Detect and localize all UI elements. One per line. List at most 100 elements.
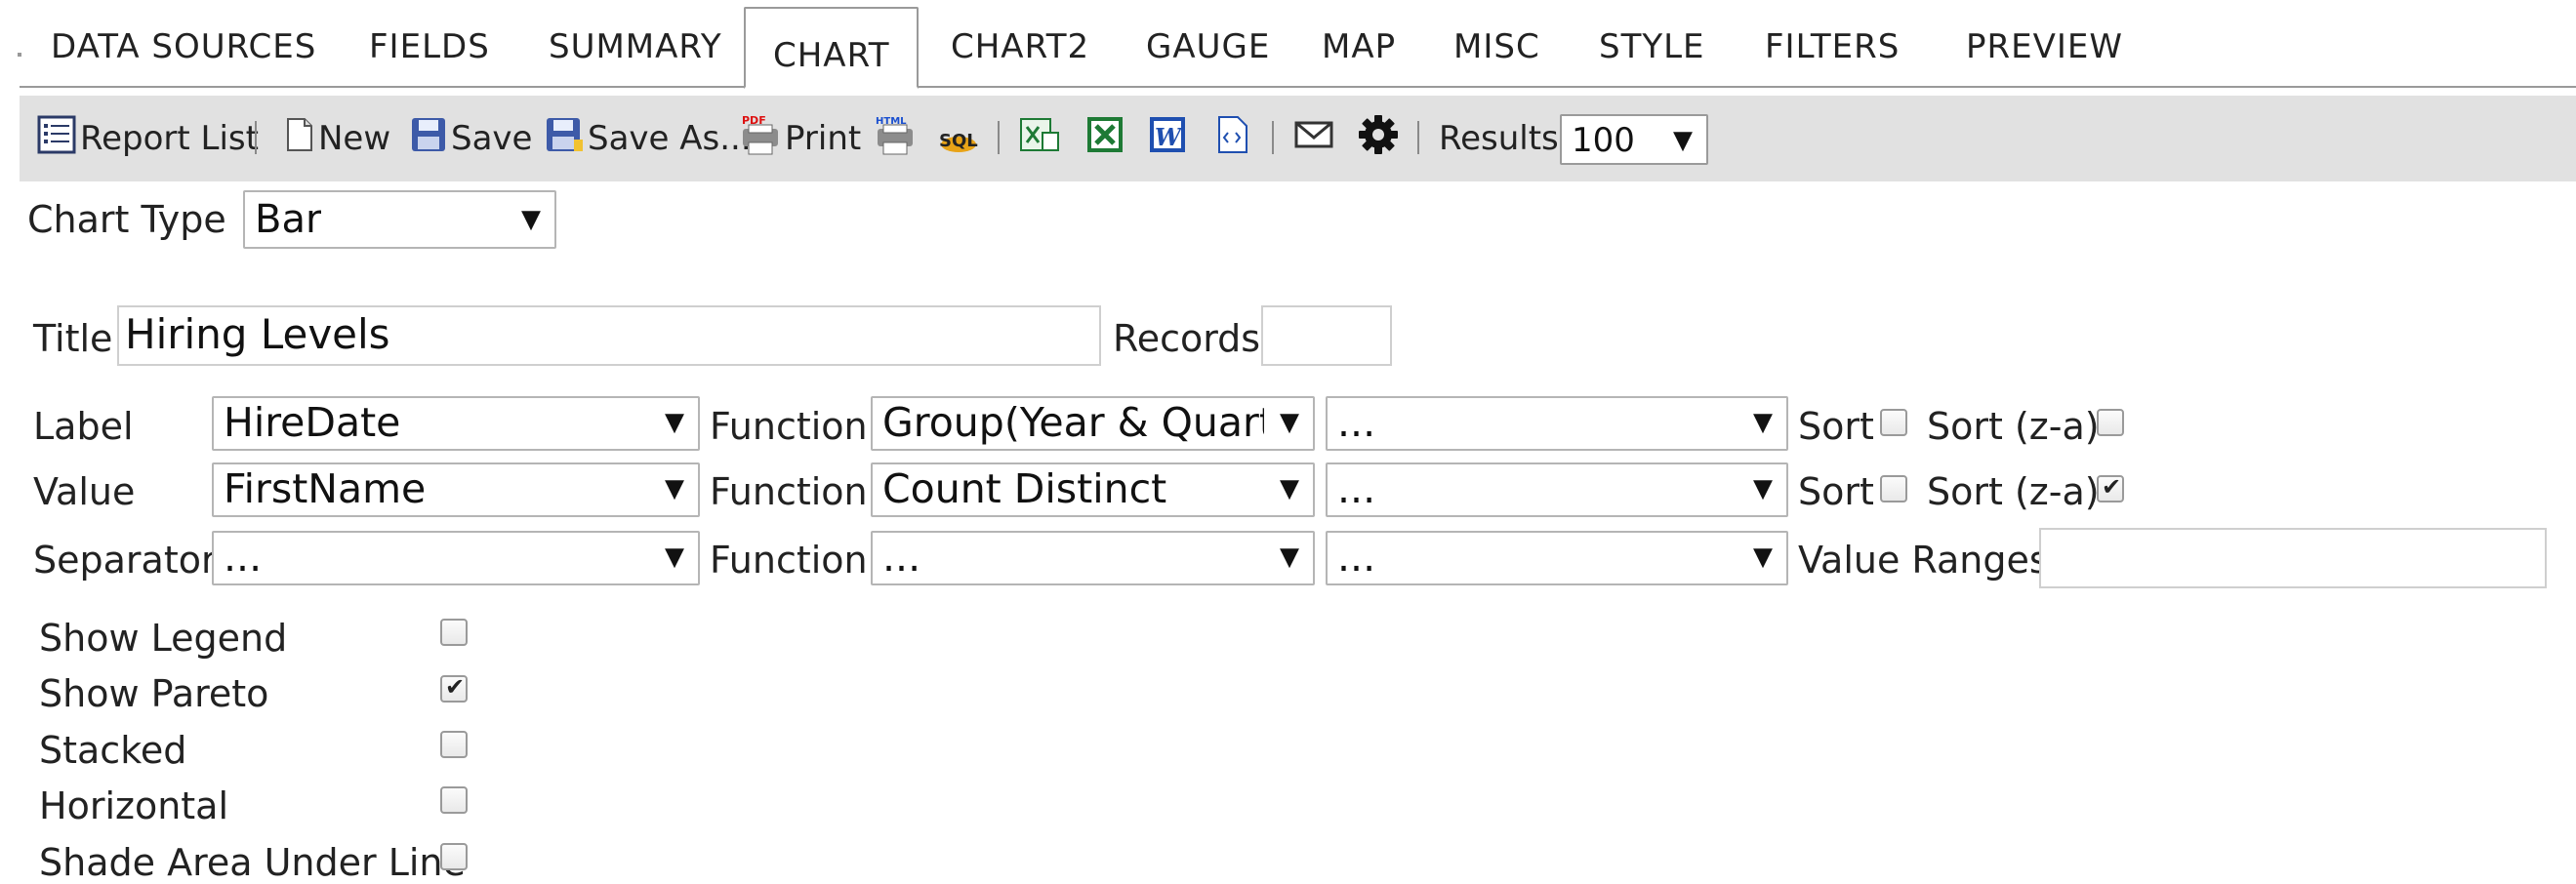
print-label: Print [785, 119, 862, 158]
tab-chart2[interactable]: CHART2 [951, 27, 1089, 66]
label-row-label: Label [33, 405, 134, 448]
show-pareto-label: Show Pareto [39, 672, 269, 715]
tab-chart[interactable]: CHART [744, 7, 920, 89]
tab-fields[interactable]: FIELDS [369, 27, 490, 66]
label-sort-label: Sort [1798, 405, 1874, 448]
label-sort-za-checkbox[interactable] [2097, 409, 2124, 436]
label-sort-za-label: Sort (z-a) [1927, 405, 2100, 448]
separator-row-label: Separator [33, 539, 217, 582]
chart-type-value: Bar [255, 197, 322, 242]
value-field-select[interactable]: FirstName ▼ [212, 462, 700, 517]
chart-type-select[interactable]: Bar ▼ [243, 190, 556, 249]
label-function-select[interactable]: Group(Year & Quarter) ▼ [871, 396, 1315, 451]
show-pareto-checkbox[interactable] [440, 673, 468, 703]
label-sort-checkbox[interactable] [1880, 409, 1907, 436]
html-export-button[interactable]: HTML [875, 96, 916, 181]
chevron-down-icon: ▼ [1280, 474, 1299, 503]
chevron-down-icon: ▼ [1753, 542, 1773, 572]
results-label: Results [1439, 119, 1559, 158]
tab-gauge[interactable]: GAUGE [1146, 27, 1270, 66]
list-icon [37, 115, 76, 163]
print-button[interactable]: PDF Print [740, 96, 861, 181]
value-field-value: FirstName [224, 465, 427, 512]
show-legend-label: Show Legend [39, 617, 288, 660]
toolbar-separator [998, 121, 1000, 154]
envelope-icon [1294, 119, 1333, 158]
tab-filters[interactable]: FILTERS [1765, 27, 1900, 66]
chevron-down-icon: ▼ [1753, 474, 1773, 503]
label-field-value: HireDate [224, 399, 401, 446]
label-function-value: Group(Year & Quarter) [882, 399, 1264, 446]
chevron-down-icon: ▼ [1673, 126, 1693, 155]
stacked-label: Stacked [39, 729, 187, 772]
separator-field-select[interactable]: ... ▼ [212, 531, 700, 585]
save-button[interactable]: Save [410, 96, 532, 181]
stacked-checkbox[interactable] [440, 731, 468, 758]
records-label: Records [1113, 317, 1261, 360]
gear-icon [1357, 113, 1400, 165]
label-function-label: Function [710, 405, 868, 448]
save-label: Save [451, 119, 533, 158]
sql-button[interactable]: SQL [937, 96, 980, 181]
chart-type-label: Chart Type [27, 198, 226, 241]
label-extra-value: ... [1337, 399, 1376, 446]
value-sort-za-checkbox[interactable] [2097, 473, 2124, 502]
title-input[interactable]: Hiring Levels [117, 305, 1101, 366]
tab-misc[interactable]: MISC [1453, 27, 1540, 66]
toolbar-separator [255, 121, 257, 154]
chevron-down-icon: ▼ [665, 474, 684, 503]
separator-function-select[interactable]: ... ▼ [871, 531, 1315, 585]
save-as-label: Save As... [588, 119, 752, 158]
word-button[interactable]: W [1148, 96, 1187, 181]
save-as-button[interactable]: Save As... [545, 96, 752, 181]
chevron-down-icon: ▼ [521, 205, 541, 234]
xml-button[interactable] [1216, 96, 1249, 181]
value-extra-value: ... [1337, 465, 1376, 512]
xml-document-icon [1216, 115, 1249, 163]
html-print-icon: HTML [875, 113, 916, 165]
shade-area-label: Shade Area Under Line [39, 841, 466, 884]
separator-function-value: ... [882, 534, 921, 581]
label-field-select[interactable]: HireDate ▼ [212, 396, 700, 451]
email-button[interactable] [1294, 96, 1333, 181]
horizontal-checkbox[interactable] [440, 786, 468, 814]
separator-extra-value: ... [1337, 534, 1376, 581]
tab-bar-divider [20, 86, 2576, 88]
value-sort-checkbox[interactable] [1880, 475, 1907, 502]
settings-button[interactable] [1357, 96, 1400, 181]
value-ranges-input[interactable] [2039, 528, 2547, 588]
value-function-select[interactable]: Count Distinct ▼ [871, 462, 1315, 517]
separator-extra-select[interactable]: ... ▼ [1326, 531, 1788, 585]
title-label: Title [33, 317, 113, 360]
new-label: New [318, 119, 391, 158]
show-legend-checkbox[interactable] [440, 619, 468, 646]
excel-export-button[interactable] [1019, 96, 1060, 181]
value-extra-select[interactable]: ... ▼ [1326, 462, 1788, 517]
chevron-down-icon: ▼ [1280, 408, 1299, 437]
excel-icon [1085, 115, 1124, 163]
report-list-label: Report List [80, 119, 259, 158]
separator-function-label: Function [710, 539, 868, 582]
value-function-label: Function [710, 470, 868, 513]
tab-style[interactable]: STYLE [1599, 27, 1705, 66]
svg-text:SQL: SQL [939, 131, 978, 151]
shade-area-checkbox[interactable] [440, 843, 468, 870]
tab-bar-marker [18, 53, 21, 57]
chevron-down-icon: ▼ [665, 408, 684, 437]
pdf-print-icon: PDF [740, 113, 781, 165]
toolbar-separator [1417, 121, 1419, 154]
records-input[interactable] [1261, 305, 1392, 366]
value-ranges-label: Value Ranges [1798, 539, 2049, 582]
report-list-button[interactable]: Report List [37, 96, 259, 181]
tab-map[interactable]: MAP [1322, 27, 1396, 66]
excel-button[interactable] [1085, 96, 1124, 181]
floppy-disk-icon [410, 116, 447, 162]
tab-data-sources[interactable]: DATA SOURCES [51, 27, 316, 66]
new-document-icon [285, 117, 314, 161]
chevron-down-icon: ▼ [665, 542, 684, 572]
new-button[interactable]: New [285, 96, 390, 181]
tab-summary[interactable]: SUMMARY [549, 27, 722, 66]
label-extra-select[interactable]: ... ▼ [1326, 396, 1788, 451]
tab-preview[interactable]: PREVIEW [1966, 27, 2123, 66]
results-select[interactable]: 100 ▼ [1560, 114, 1708, 165]
